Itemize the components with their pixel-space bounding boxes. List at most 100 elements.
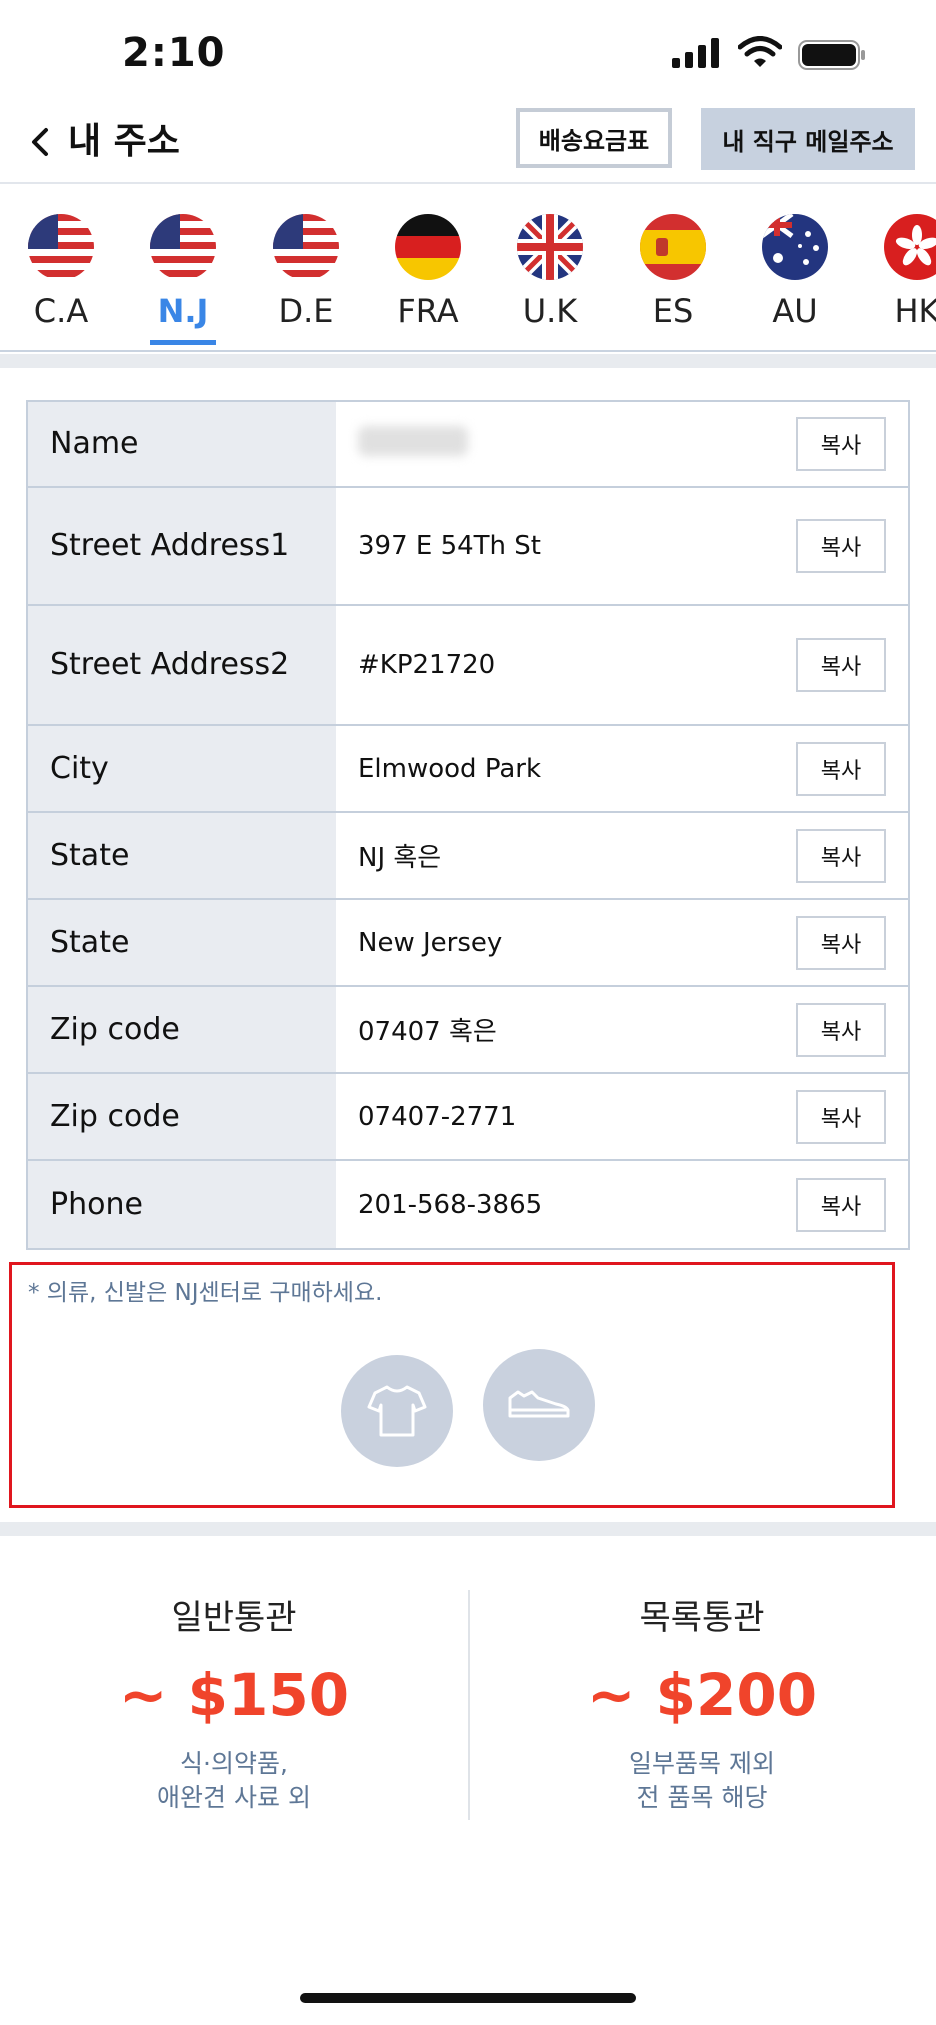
row-value: NJ 혹은: [358, 843, 442, 873]
tab-de[interactable]: D.E: [251, 214, 361, 330]
row-value-cell: 201-568-3865 복사: [336, 1161, 908, 1248]
tab-hk[interactable]: HK: [862, 214, 936, 330]
table-row: Street Address1 397 E 54Th St 복사: [28, 488, 908, 606]
wifi-icon: [738, 36, 782, 67]
tab-ca[interactable]: C.A: [6, 214, 116, 330]
row-key: Street Address2: [28, 606, 336, 724]
row-key: City: [28, 726, 336, 811]
copy-button[interactable]: 복사: [796, 1089, 886, 1144]
tab-uk[interactable]: U.K: [495, 214, 605, 330]
hongkong-flag-icon: [884, 214, 936, 280]
blurred-name: [358, 425, 468, 456]
table-row: Street Address2 #KP21720 복사: [28, 606, 908, 726]
customs-desc-line: 일부품목 제외: [629, 1749, 775, 1778]
table-row: State NJ 혹은 복사: [28, 813, 908, 900]
tab-label: C.A: [33, 292, 89, 330]
status-bar: 2:10: [0, 0, 936, 100]
list-customs: 목록통관 ~ $200 일부품목 제외 전 품목 해당: [468, 1590, 936, 1815]
customs-price: ~ $200: [586, 1661, 818, 1729]
customs-info: 일반통관 ~ $150 식·의약품, 애완견 사료 외 목록통관 ~ $200 …: [0, 1590, 936, 1820]
section-divider: [0, 1522, 936, 1536]
tab-label: ES: [652, 292, 694, 330]
row-value-cell: 07407 혹은 복사: [336, 987, 908, 1072]
battery-icon: [798, 40, 865, 70]
tab-fra[interactable]: FRA: [373, 214, 483, 330]
row-value-cell: NJ 혹은 복사: [336, 813, 908, 898]
customs-title: 목록통관: [639, 1598, 765, 1638]
customs-desc-line: 애완견 사료 외: [157, 1782, 311, 1812]
tab-label: HK: [894, 292, 936, 330]
table-row: Zip code 07407 혹은 복사: [28, 987, 908, 1074]
shipping-rate-button[interactable]: 배송요금표: [516, 108, 672, 168]
customs-price: ~ $150: [118, 1661, 350, 1729]
row-value: 07407 혹은: [358, 1017, 497, 1047]
australia-flag-icon: [762, 214, 828, 280]
row-value: Elmwood Park: [358, 753, 542, 784]
us-flag-icon: [150, 214, 216, 280]
spain-flag-icon: [640, 214, 706, 280]
row-value-cell: 07407-2771 복사: [336, 1074, 908, 1159]
table-row: Zip code 07407-2771 복사: [28, 1074, 908, 1161]
copy-button[interactable]: 복사: [796, 1177, 886, 1232]
row-value: [358, 425, 796, 463]
row-value: 397 E 54Th St: [358, 531, 541, 561]
tab-label: FRA: [397, 292, 459, 330]
general-customs: 일반통관 ~ $150 식·의약품, 애완견 사료 외: [0, 1590, 468, 1815]
row-value-cell: 복사: [336, 402, 908, 486]
row-key: Name: [28, 402, 336, 486]
copy-button[interactable]: 복사: [796, 915, 886, 970]
row-value-cell: #KP21720 복사: [336, 606, 908, 724]
tab-es[interactable]: ES: [618, 214, 728, 330]
tab-label: U.K: [522, 292, 578, 330]
row-key: State: [28, 813, 336, 898]
my-mail-address-button[interactable]: 내 직구 메일주소: [701, 108, 915, 170]
customs-desc-line: 전 품목 해당: [636, 1782, 768, 1812]
address-table: Name 복사 Street Address1 397 E 54Th St 복사…: [26, 400, 910, 1250]
copy-button[interactable]: 복사: [796, 1002, 886, 1057]
row-value: #KP21720: [358, 650, 496, 680]
copy-button[interactable]: 복사: [796, 417, 886, 471]
status-time: 2:10: [122, 30, 226, 76]
home-indicator[interactable]: [300, 1993, 636, 2003]
row-key: Zip code: [28, 987, 336, 1072]
section-divider: [0, 354, 936, 368]
row-key: Street Address1: [28, 488, 336, 604]
tab-label: N.J: [157, 292, 209, 330]
row-value: 07407-2771: [358, 1101, 517, 1132]
customs-title: 일반통관: [171, 1598, 297, 1638]
row-value: New Jersey: [358, 927, 503, 958]
table-row-name: Name 복사: [28, 402, 908, 488]
table-row: Phone 201-568-3865 복사: [28, 1161, 908, 1248]
row-key: Zip code: [28, 1074, 336, 1159]
row-value-cell: Elmwood Park 복사: [336, 726, 908, 811]
row-key: State: [28, 900, 336, 985]
back-chevron-icon[interactable]: [22, 118, 62, 166]
row-value-cell: 397 E 54Th St 복사: [336, 488, 908, 604]
cellular-signal-icon: [672, 38, 719, 68]
tab-label: D.E: [278, 292, 334, 330]
clothing-notice-box: * 의류, 신발은 NJ센터로 구매하세요.: [9, 1262, 895, 1508]
copy-button[interactable]: 복사: [796, 828, 886, 883]
germany-flag-icon: [395, 214, 461, 280]
copy-button[interactable]: 복사: [796, 638, 886, 692]
tab-au[interactable]: AU: [740, 214, 850, 330]
tshirt-icon: [341, 1355, 453, 1467]
row-key: Phone: [28, 1161, 336, 1248]
active-tab-indicator: [150, 340, 216, 345]
us-flag-icon: [273, 214, 339, 280]
customs-desc: 식·의약품, 애완견 사료 외: [0, 1747, 468, 1815]
uk-flag-icon: [517, 214, 583, 280]
tab-label: AU: [772, 292, 818, 330]
us-flag-icon: [28, 214, 94, 280]
customs-desc: 일부품목 제외 전 품목 해당: [468, 1747, 936, 1815]
tab-nj[interactable]: N.J: [128, 214, 238, 345]
copy-button[interactable]: 복사: [796, 519, 886, 573]
row-value: 201-568-3865: [358, 1189, 543, 1220]
customs-desc-line: 식·의약품,: [180, 1749, 288, 1778]
table-row: State New Jersey 복사: [28, 900, 908, 987]
row-value-cell: New Jersey 복사: [336, 900, 908, 985]
copy-button[interactable]: 복사: [796, 741, 886, 796]
app-header: 내 주소 배송요금표 내 직구 메일주소: [0, 100, 936, 184]
table-row: City Elmwood Park 복사: [28, 726, 908, 813]
notice-text: * 의류, 신발은 NJ센터로 구매하세요.: [28, 1280, 383, 1306]
